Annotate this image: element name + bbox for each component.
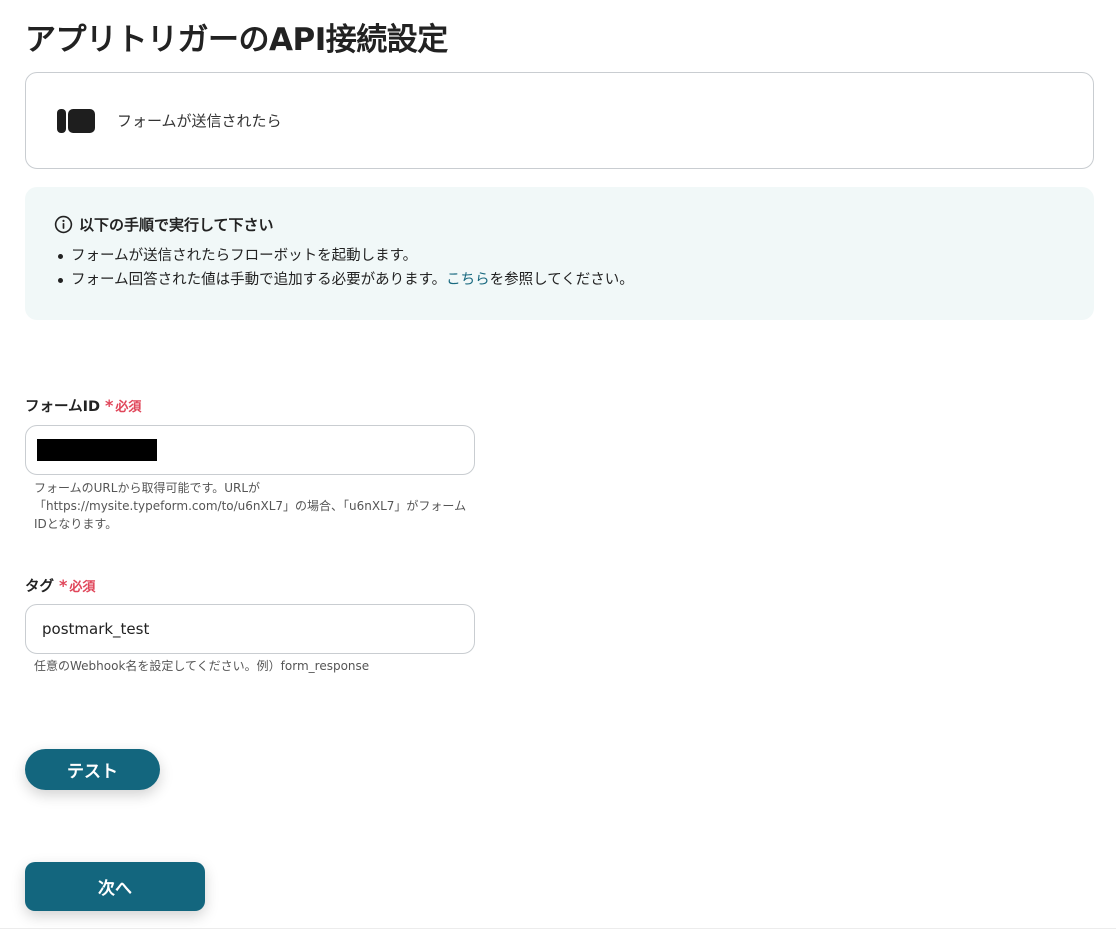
tag-help: 任意のWebhook名を設定してください。例）form_response: [34, 659, 370, 673]
required-asterisk: *: [105, 396, 114, 415]
trigger-app-card: フォームが送信されたら: [25, 72, 1094, 169]
required-badge: 必須: [69, 580, 96, 595]
next-button[interactable]: 次へ: [25, 862, 205, 911]
tag-label: タグ * 必須: [25, 576, 96, 595]
divider: [0, 928, 1116, 929]
instruction-item: フォーム回答された値は手動で追加する必要があります。こちらを参照してください。: [56, 268, 1094, 292]
api-connection-settings-page: アプリトリガーのAPI接続設定 フォームが送信されたら 以下の手順で実行して下さ…: [0, 0, 1116, 932]
test-button[interactable]: テスト: [25, 749, 160, 790]
instructions-list: フォームが送信されたらフローボットを起動します。 フォーム回答された値は手動で追…: [53, 244, 1094, 292]
typeform-logo: [57, 108, 95, 133]
form-id-label: フォームID * 必須: [25, 396, 142, 415]
required-asterisk: *: [59, 576, 68, 595]
instructions-heading: 以下の手順で実行して下さい: [79, 216, 274, 234]
redacted-value: [37, 439, 157, 461]
required-badge: 必須: [115, 400, 142, 415]
instructions-heading-row: 以下の手順で実行して下さい: [53, 214, 1094, 235]
form-id-help: フォームのURLから取得可能です。URLが「https://mysite.typ…: [34, 481, 467, 531]
instruction-item: フォームが送信されたらフローボットを起動します。: [56, 244, 1094, 268]
instructions-box: 以下の手順で実行して下さい フォームが送信されたらフローボットを起動します。 フ…: [25, 187, 1094, 320]
reference-link[interactable]: こちら: [446, 272, 490, 288]
page-title: アプリトリガーのAPI接続設定: [25, 22, 448, 58]
trigger-label: フォームが送信されたら: [117, 112, 282, 130]
tag-input[interactable]: [25, 604, 475, 654]
info-circle-icon: [53, 215, 73, 235]
